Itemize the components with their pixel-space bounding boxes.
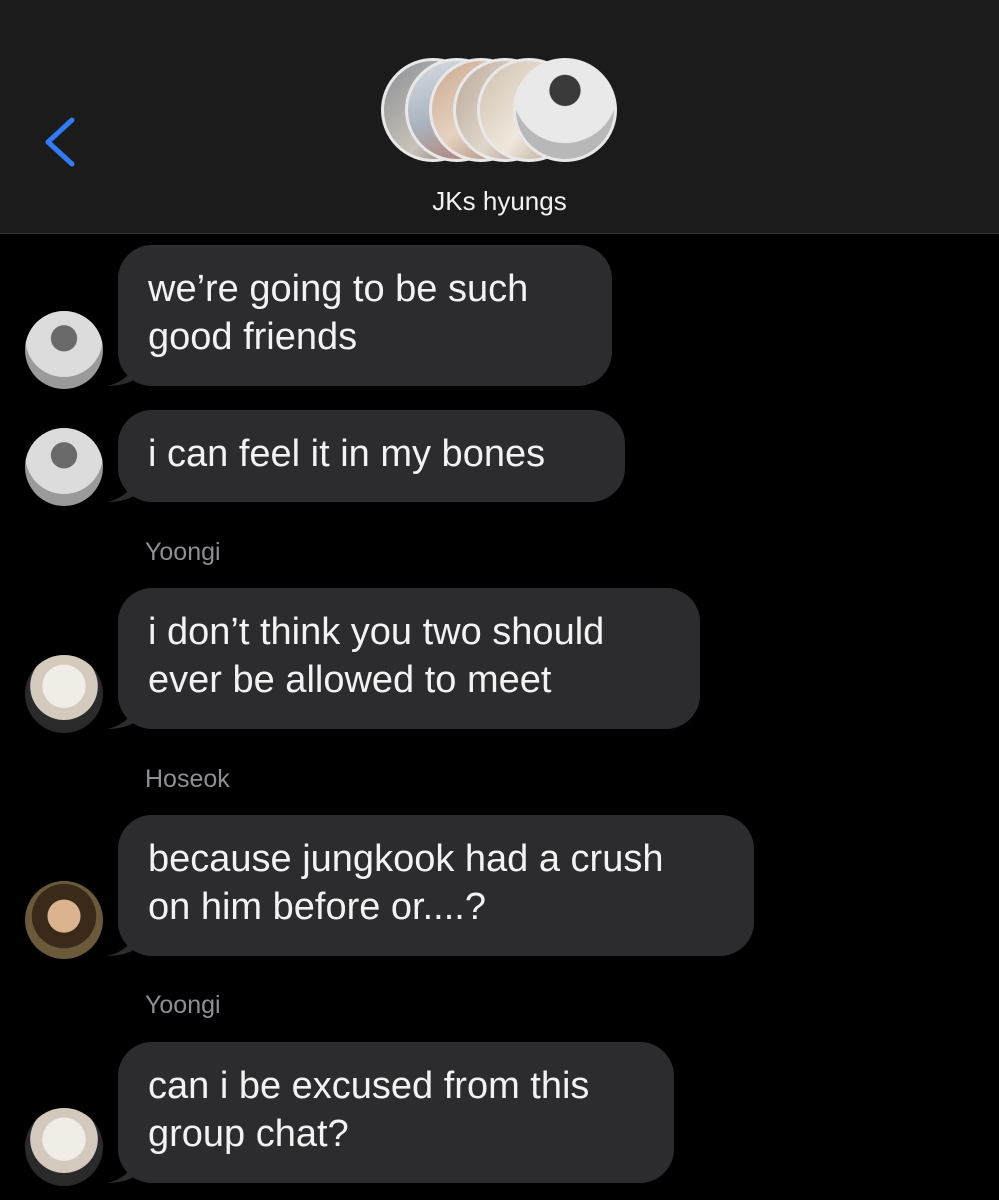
- chat-header: JKs hyungs: [0, 0, 999, 234]
- message-bubble[interactable]: i can feel it in my bones: [106, 410, 625, 502]
- group-avatar-stack[interactable]: [381, 58, 621, 168]
- avatar[interactable]: [25, 311, 103, 389]
- sender-name: Yoongi: [145, 538, 221, 566]
- bubble-tail: [106, 701, 136, 729]
- sender-name: Hoseok: [145, 765, 230, 793]
- message-line: can i be excused from this: [148, 1065, 590, 1107]
- message-bubble[interactable]: because jungkook had a crush on him befo…: [106, 815, 754, 956]
- avatar[interactable]: [25, 1108, 103, 1186]
- sender-name: Yoongi: [145, 991, 221, 1019]
- message-line: good friends: [148, 316, 358, 358]
- avatar[interactable]: [25, 655, 103, 733]
- message-line: group chat?: [148, 1113, 349, 1155]
- bubble-tail: [106, 1155, 136, 1183]
- message-line: i can feel it in my bones: [148, 433, 546, 475]
- message-line: ever be allowed to meet: [148, 659, 552, 701]
- message-line: because jungkook had a crush: [148, 838, 664, 880]
- bubble-tail: [106, 474, 136, 502]
- message-bubble[interactable]: we’re going to be such good friends: [106, 245, 612, 386]
- group-member-avatar: [513, 58, 617, 162]
- message-list: we’re going to be such good friends i ca…: [0, 234, 999, 1200]
- message-line: i don’t think you two should: [148, 611, 605, 653]
- message-bubble[interactable]: can i be excused from this group chat?: [106, 1042, 674, 1183]
- avatar[interactable]: [25, 428, 103, 506]
- bubble-tail: [106, 928, 136, 956]
- avatar[interactable]: [25, 881, 103, 959]
- bubble-tail: [106, 358, 136, 386]
- group-name[interactable]: JKs hyungs: [0, 186, 999, 217]
- message-line: on him before or....?: [148, 886, 486, 928]
- message-line: we’re going to be such: [148, 268, 529, 310]
- chevron-left-icon: [45, 117, 75, 167]
- back-button[interactable]: [36, 110, 84, 174]
- message-bubble[interactable]: i don’t think you two should ever be all…: [106, 588, 700, 729]
